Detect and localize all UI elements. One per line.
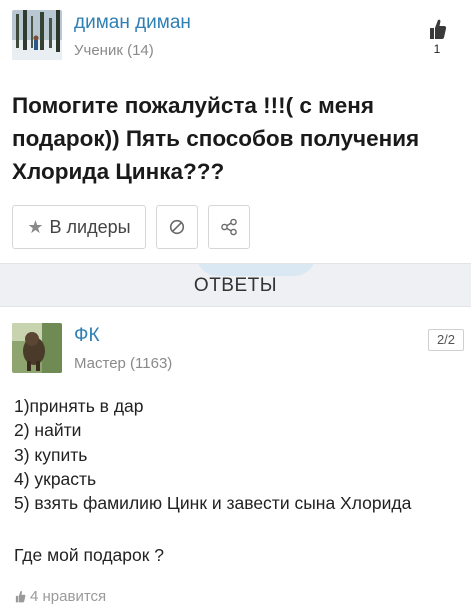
share-icon bbox=[221, 218, 237, 236]
star-icon: ★ bbox=[27, 216, 44, 237]
answer-line: 1)принять в дар bbox=[14, 396, 144, 416]
answer-line: 4) украсть bbox=[14, 468, 97, 489]
like-count: 1 bbox=[433, 42, 441, 56]
answer-author-avatar[interactable] bbox=[12, 323, 62, 373]
thumbs-up-icon bbox=[430, 19, 447, 39]
question-title: Помогите пожалуйста !!!( с меня подарок)… bbox=[12, 93, 420, 184]
answers-heading: ОТВЕТЫ bbox=[193, 275, 278, 296]
share-button[interactable] bbox=[208, 205, 250, 249]
block-icon bbox=[169, 219, 185, 235]
answer-author-rank: Мастер (1163) bbox=[74, 355, 173, 372]
answer-author-name[interactable]: ФК bbox=[74, 325, 100, 347]
question-header: диман диман Ученик (14) 1 bbox=[12, 10, 462, 66]
like-button[interactable]: 1 bbox=[424, 18, 450, 56]
thumbs-up-icon bbox=[15, 590, 26, 603]
to-leaders-button[interactable]: ★ В лидеры bbox=[12, 205, 146, 249]
answer-like-button[interactable]: 4 нравится bbox=[14, 588, 106, 605]
report-button[interactable] bbox=[156, 205, 198, 249]
author-name[interactable]: диман диман bbox=[74, 12, 191, 34]
answer-like-count: 4 нравится bbox=[30, 588, 107, 605]
answer-line: 5) взять фамилию Цинк и завести сына Хло… bbox=[14, 493, 412, 514]
author-rank: Ученик (14) bbox=[74, 42, 154, 59]
answer-header: ФК Мастер (1163) 2/2 bbox=[12, 323, 464, 379]
to-leaders-label: В лидеры bbox=[49, 216, 131, 237]
answer-pager[interactable]: 2/2 bbox=[428, 329, 464, 351]
answer-line: 3) купить bbox=[14, 444, 88, 465]
answer-closing-line: Где мой подарок ? bbox=[14, 545, 164, 565]
answer-line: 2) найти bbox=[14, 420, 82, 441]
answer-text: 1)принять в дар 2) найти 3) купить 4) ук… bbox=[14, 394, 464, 515]
author-avatar[interactable] bbox=[12, 10, 62, 60]
question-actions: ★ В лидеры bbox=[12, 205, 462, 249]
